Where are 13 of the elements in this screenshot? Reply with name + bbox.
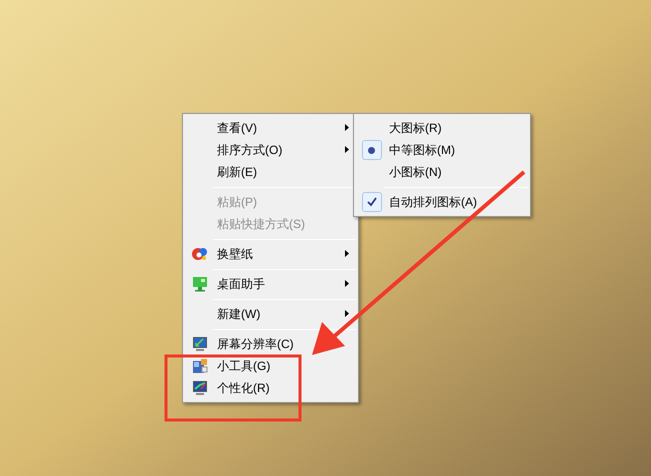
menu-item[interactable]: 小工具(G): [217, 357, 270, 375]
menu-item[interactable]: 新建(W): [217, 305, 260, 323]
menu-item[interactable]: 自动排列图标(A): [389, 193, 477, 211]
menu-item[interactable]: 换壁纸: [217, 245, 253, 263]
menu-item[interactable]: 刷新(E): [217, 163, 257, 181]
menu-item[interactable]: 大图标(R): [389, 119, 442, 137]
menu-item[interactable]: 个性化(R): [217, 379, 270, 397]
menu-item[interactable]: 桌面助手: [217, 275, 265, 293]
menu-item[interactable]: 小图标(N): [389, 163, 442, 181]
menu-item[interactable]: 屏幕分辨率(C): [217, 335, 294, 353]
menu-item[interactable]: 中等图标(M): [389, 141, 455, 159]
menu-item[interactable]: 查看(V): [217, 119, 257, 137]
menu-item[interactable]: 排序方式(O): [217, 141, 282, 159]
